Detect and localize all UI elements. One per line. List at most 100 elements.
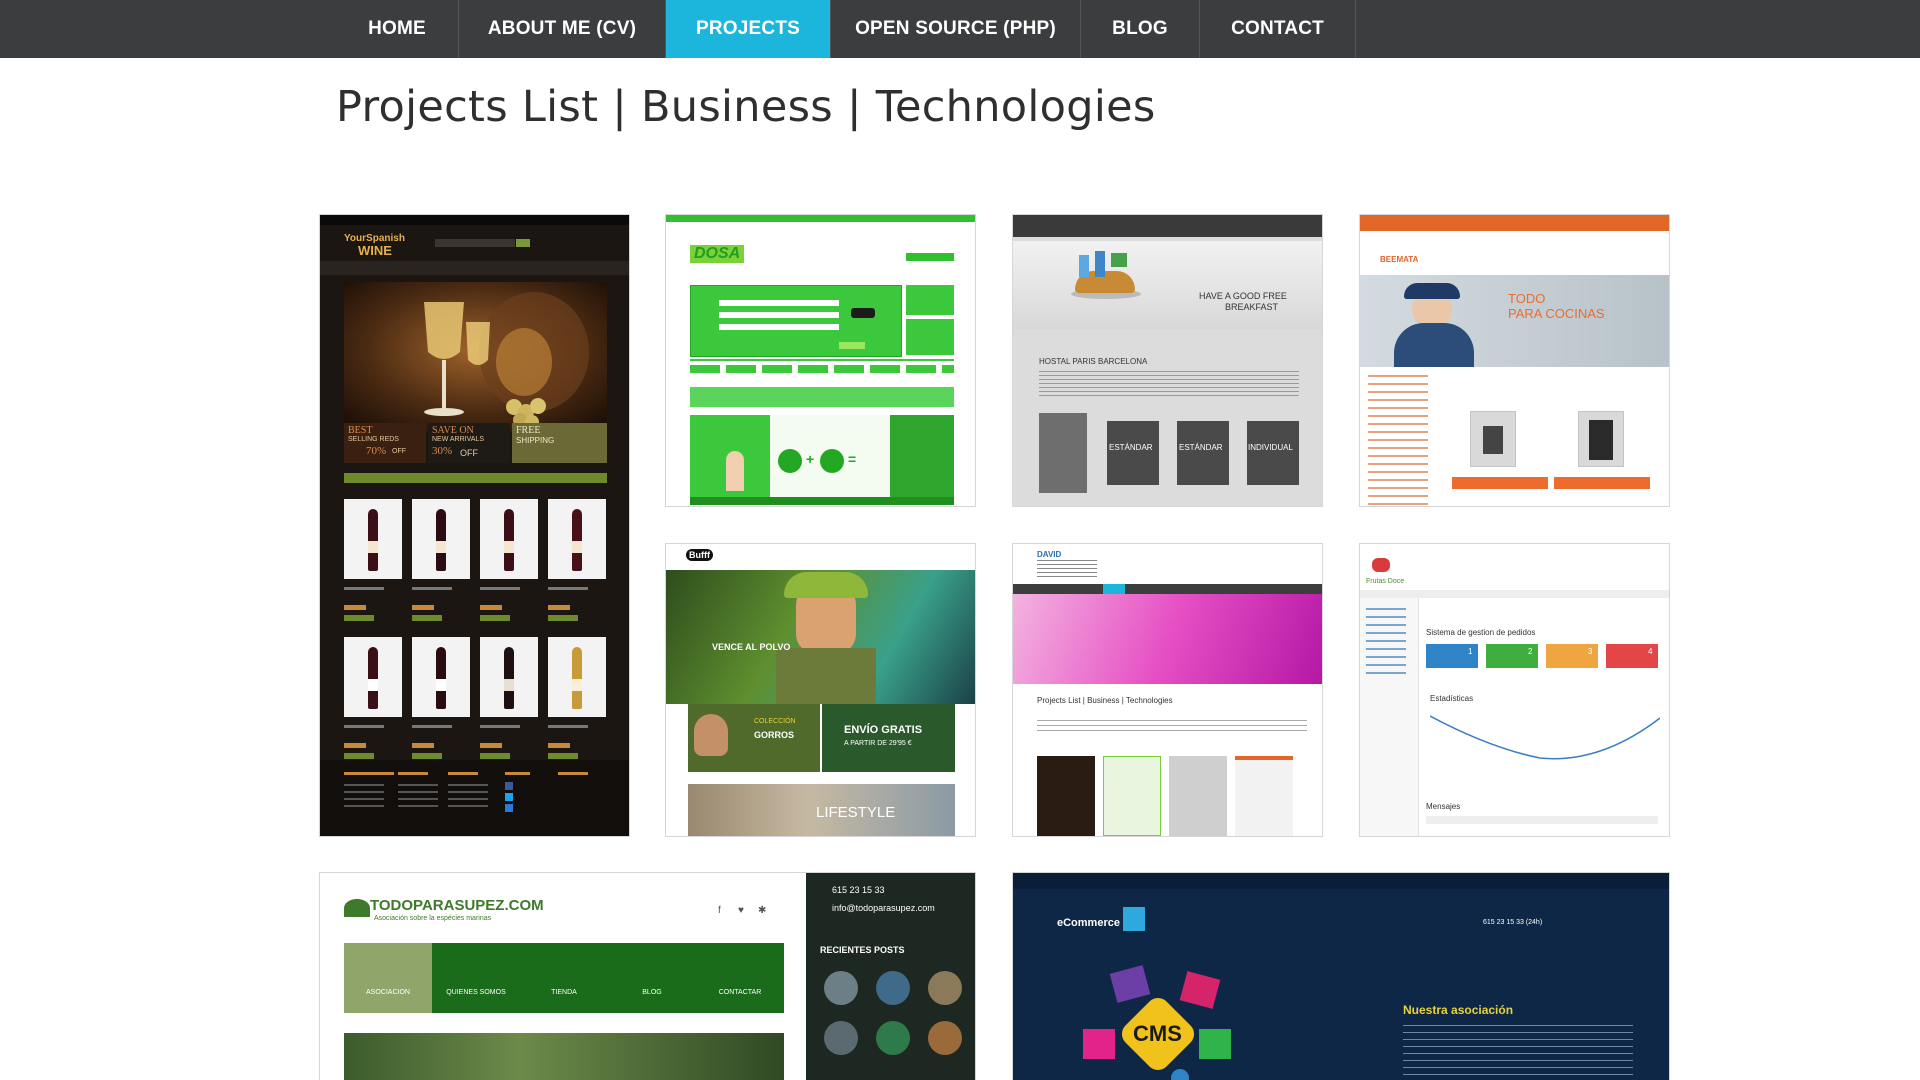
outdoor-promo-envio-top: ENVÍO GRATIS (844, 724, 923, 736)
nav-blog-link[interactable]: BLOG (1081, 0, 1200, 58)
pesca-menu-item[interactable]: QUIENES SOMOS (434, 989, 518, 996)
wine-promo1-suffix: OFF (392, 448, 406, 455)
ecommerce-logo-mark (1123, 907, 1145, 931)
pedidos-messages-title: Mensajes (1426, 802, 1461, 811)
ecommerce-phone: 615 23 15 33 (24h) (1483, 919, 1543, 926)
pesca-menu-item[interactable]: BLOG (610, 989, 694, 996)
outdoor-promo-gorros-bottom: GORROS (754, 730, 795, 740)
wine-promo-free-shipping: FREE SHIPPING (512, 423, 607, 463)
outdoor-promo-envio-bottom: A PARTIR DE 29'95 € (844, 740, 912, 747)
david-mini-thumb (1037, 756, 1095, 836)
pesca-phone: 615 23 15 33 (832, 885, 885, 895)
hostal-sidebar (1039, 413, 1087, 493)
cocinas-buy-button (1452, 477, 1548, 489)
project-thumbnail-cocinas[interactable]: BEEMATA TODO PARA COCINAS (1359, 214, 1670, 507)
david-inner-title: Projects List | Business | Technologies (1037, 696, 1173, 705)
hostal-banner-line1: HAVE A GOOD FREE (1199, 291, 1287, 301)
outdoor-header: Bufff (666, 544, 975, 571)
wine-product (480, 499, 538, 579)
nav-projects-link[interactable]: PROJECTS (666, 0, 830, 58)
facebook-icon[interactable]: f (718, 905, 721, 916)
ecommerce-cms-label: CMS (1133, 1021, 1182, 1046)
hostal-heading: HOSTAL PARIS BARCELONA (1039, 357, 1148, 366)
dosa-login-button (906, 253, 954, 261)
wine-footer (320, 760, 629, 836)
outdoor-promo-lifestyle-text: LIFESTYLE (816, 804, 896, 821)
wine-product (548, 499, 606, 579)
hostal-banner-line2: BREAKFAST (1225, 302, 1279, 312)
pesca-recent-post[interactable] (928, 1021, 962, 1055)
ecommerce-logo: eCommerce (1057, 917, 1120, 929)
pedidos-stats-line (1430, 715, 1660, 760)
google-plus-icon[interactable]: ✱ (758, 905, 766, 916)
wine-product (480, 637, 538, 717)
pesca-recent-post[interactable] (876, 1021, 910, 1055)
pedidos-stat-card: 3 (1546, 644, 1598, 668)
wine-promo-best-selling: BEST SELLING REDS 70% OFF (344, 423, 426, 463)
twitter-icon[interactable]: ♥ (738, 905, 744, 916)
david-subtitle (1037, 560, 1097, 580)
nav-open-source-link[interactable]: OPEN SOURCE (PHP) (830, 0, 1081, 58)
project-thumbnail-dosa[interactable]: DOSA + = (665, 214, 976, 507)
ecommerce-nav (1013, 873, 1669, 889)
pedidos-stat-card: 1 (1426, 644, 1478, 668)
pesca-menu-item[interactable]: TIENDA (522, 989, 606, 996)
wine-product-captions (344, 721, 607, 761)
cocinas-headline2: PARA COCINAS (1508, 306, 1605, 321)
wine-product (412, 499, 470, 579)
wine-promo1-top: BEST (348, 425, 373, 436)
nav-home-link[interactable]: HOME (336, 0, 459, 58)
project-thumbnail-hostal[interactable]: HAVE A GOOD FREE BREAKFAST HOSTAL PARIS … (1012, 214, 1323, 507)
outdoor-promo-gorros-top: COLECCIÓN (754, 718, 796, 725)
wine-search-input (435, 239, 515, 247)
david-text (1037, 720, 1307, 734)
pesca-photo (344, 1033, 784, 1080)
pesca-recent-post[interactable] (824, 1021, 858, 1055)
pedidos-stat-value: 1 (1468, 647, 1473, 656)
project-thumbnail-todoparasupez[interactable]: TODOPARASUPEZ.COM Asociación sobre la es… (319, 872, 976, 1080)
dosa-divider (690, 359, 954, 361)
pesca-recent-post[interactable] (876, 971, 910, 1005)
pesca-menu-item[interactable]: ASOCIACION (346, 989, 430, 996)
wine-product (344, 637, 402, 717)
wine-product-grid (344, 499, 607, 769)
project-thumbnail-ecommerce[interactable]: eCommerce 615 23 15 33 (24h) CMS Nuestra… (1012, 872, 1670, 1080)
nav-about-me-link[interactable]: ABOUT ME (CV) (459, 0, 666, 58)
pesca-menu-active (344, 943, 432, 1013)
project-thumbnail-outdoor[interactable]: Bufff VENCE AL POLVO COLECCIÓN GORROS EN… (665, 543, 976, 837)
pedidos-stat-card: 4 (1606, 644, 1658, 668)
dosa-side-box (906, 319, 954, 355)
david-mini-thumb (1235, 756, 1293, 836)
pesca-tagline: Asociación sobre la espécies marinas (374, 915, 492, 922)
dosa-search-form (690, 285, 902, 357)
pesca-recent-heading: RECIENTES POSTS (820, 945, 905, 955)
pesca-main: TODOPARASUPEZ.COM Asociación sobre la es… (320, 873, 806, 1080)
pedidos-topbar (1360, 590, 1669, 598)
ecommerce-cms-graphic: CMS (1083, 965, 1233, 1080)
project-thumbnail-pedidos[interactable]: Frutas Doce Sistema de gestion de pedido… (1359, 543, 1670, 837)
cocinas-buy-button (1554, 477, 1650, 489)
pesca-recent-post[interactable] (928, 971, 962, 1005)
outdoor-hero-text: VENCE AL POLVO (712, 642, 791, 652)
david-logo: DAVID (1037, 550, 1062, 559)
wine-menu-bar (320, 261, 629, 275)
dosa-logo: DOSA (690, 245, 745, 263)
david-hero (1013, 594, 1322, 684)
pedidos-stat-card: 2 (1486, 644, 1538, 668)
wine-search-button (516, 239, 530, 247)
outdoor-promo-gorros: COLECCIÓN GORROS (688, 704, 820, 772)
hostal-description (1039, 371, 1299, 397)
cocinas-headline1: TODO (1508, 291, 1546, 306)
nav-contact-link[interactable]: CONTACT (1200, 0, 1356, 58)
project-thumbnail-portfolio[interactable]: DAVID Projects List | Business | Technol… (1012, 543, 1323, 837)
hostal-room-label: ESTÁNDAR (1179, 443, 1223, 452)
wine-promo3-mid: SHIPPING (516, 436, 555, 445)
ecommerce-text (1403, 1025, 1633, 1080)
project-thumbnail-wine-shop[interactable]: YourSpanish WINE BEST SELLING REDS 70% O… (319, 214, 630, 837)
cocinas-sidebar-menu (1368, 375, 1428, 505)
cocinas-hero: TODO PARA COCINAS (1360, 275, 1669, 367)
dosa-filter-row (690, 365, 954, 373)
wine-promo1-value: 70% (366, 445, 387, 457)
pesca-recent-post[interactable] (824, 971, 858, 1005)
pesca-menu-item[interactable]: CONTACTAR (698, 989, 782, 996)
